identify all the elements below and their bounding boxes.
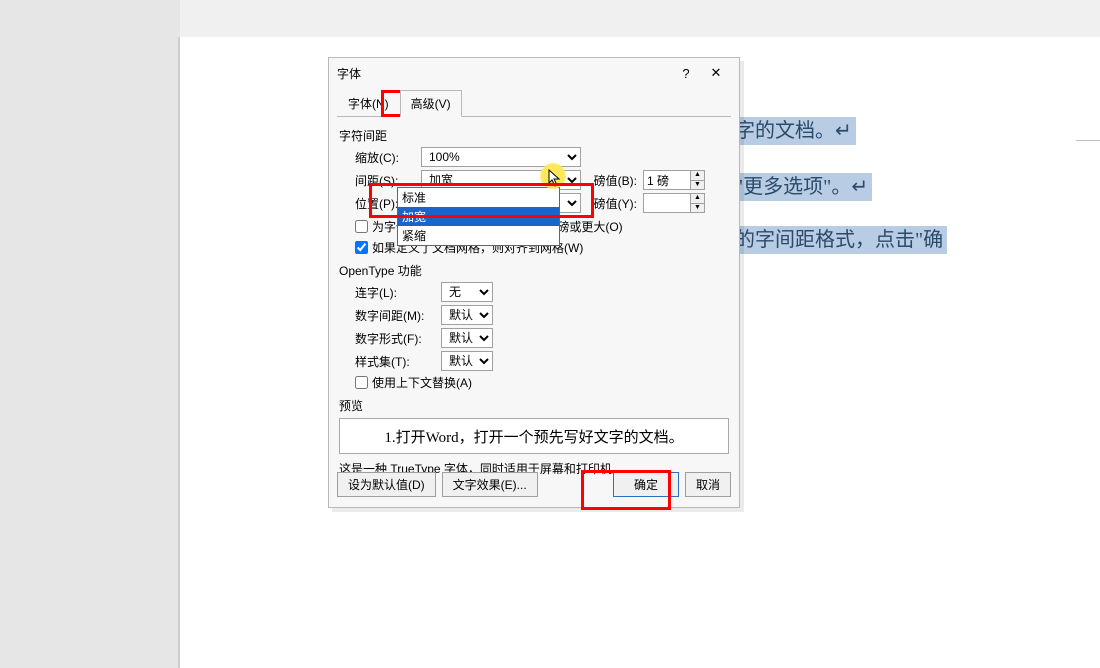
preview-label: 预览 (339, 397, 731, 414)
numspace-select[interactable]: 默认 (441, 305, 493, 325)
scale-label: 缩放(C): (355, 149, 415, 166)
row-numspace: 数字间距(M): 默认 (355, 305, 731, 325)
kerning-checkbox[interactable] (355, 220, 368, 233)
spacing-option-standard[interactable]: 标准 (398, 188, 559, 207)
spacing-pt-input[interactable] (643, 170, 691, 190)
spacing-label: 间距(S): (355, 172, 415, 189)
section-char-spacing: 字符间距 (339, 127, 731, 144)
styleset-select[interactable]: 默认 (441, 351, 493, 371)
row-scale: 缩放(C): 100% (355, 147, 731, 167)
spacing-dropdown-list[interactable]: 标准 加宽 紧缩 (397, 187, 560, 246)
dialog-title: 字体 (337, 65, 671, 82)
tab-strip: 字体(N) 高级(V) (329, 90, 739, 117)
preview-box: 1.打开Word，打开一个预先写好文字的文档。 (339, 418, 729, 454)
scale-select[interactable]: 100% (421, 147, 581, 167)
cancel-button[interactable]: 取消 (685, 472, 731, 497)
tab-advanced-body: 字符间距 缩放(C): 100% 间距(S): 加宽 磅值(B): ▲▼ 位置(… (337, 116, 731, 477)
spacing-pt-spinner[interactable]: ▲▼ (691, 170, 705, 190)
row-styleset: 样式集(T): 默认 (355, 351, 731, 371)
section-opentype: OpenType 功能 (339, 262, 731, 279)
numform-label: 数字形式(F): (355, 330, 435, 347)
ligature-select[interactable]: 无 (441, 282, 493, 302)
set-default-button[interactable]: 设为默认值(D) (337, 472, 436, 497)
snapgrid-checkbox[interactable] (355, 241, 368, 254)
help-icon[interactable]: ? (671, 66, 701, 81)
spacing-option-condensed[interactable]: 紧缩 (398, 226, 559, 245)
dialog-titlebar: 字体 ? ✕ (329, 58, 739, 88)
tab-advanced[interactable]: 高级(V) (400, 90, 462, 117)
font-dialog: 字体 ? ✕ 字体(N) 高级(V) 字符间距 缩放(C): 100% 间距(S… (328, 57, 740, 508)
styleset-label: 样式集(T): (355, 353, 435, 370)
doc-selected-text-line3: 需的字间距格式，点击"确 (711, 226, 947, 254)
ligature-label: 连字(L): (355, 284, 435, 301)
kerning-suffix: 磅或更大(O) (557, 218, 622, 235)
row-numform: 数字形式(F): 默认 (355, 328, 731, 348)
numform-select[interactable]: 默认 (441, 328, 493, 348)
row-ligature: 连字(L): 无 (355, 282, 731, 302)
row-contextalt: 使用上下文替换(A) (355, 374, 731, 391)
spacing-pt-label: 磅值(B): (587, 172, 637, 189)
page-margin-marker (1076, 140, 1100, 141)
ok-button[interactable]: 确定 (613, 472, 679, 497)
contextalt-label: 使用上下文替换(A) (372, 374, 472, 391)
dialog-button-row: 设为默认值(D) 文字效果(E)... 确定 取消 (337, 472, 731, 497)
numspace-label: 数字间距(M): (355, 307, 435, 324)
contextalt-checkbox[interactable] (355, 376, 368, 389)
position-pt-input[interactable] (643, 193, 691, 213)
close-icon[interactable]: ✕ (701, 65, 731, 81)
position-pt-spinner[interactable]: ▲▼ (691, 193, 705, 213)
app-left-gutter (0, 0, 180, 668)
spacing-option-expanded[interactable]: 加宽 (398, 207, 559, 226)
position-pt-label: 磅值(Y): (587, 195, 637, 212)
tab-font[interactable]: 字体(N) (337, 90, 400, 117)
text-effect-button[interactable]: 文字效果(E)... (442, 472, 538, 497)
